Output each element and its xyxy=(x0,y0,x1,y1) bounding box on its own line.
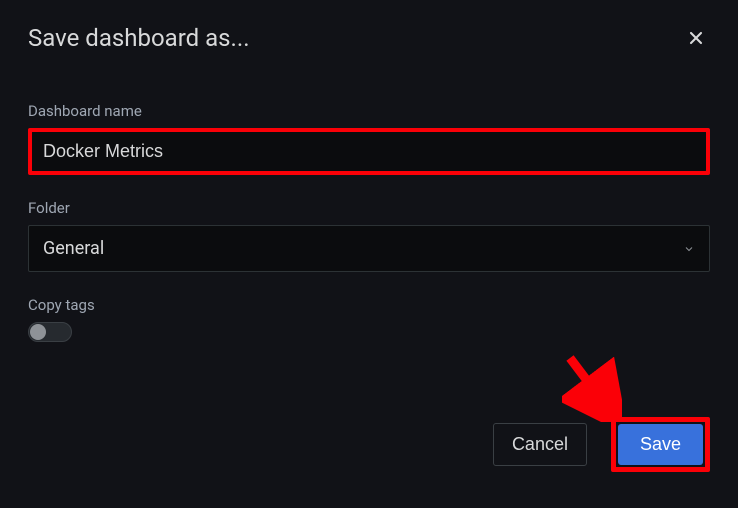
toggle-thumb xyxy=(30,324,46,340)
annotation-arrow-icon xyxy=(562,352,622,422)
save-button-highlight: Save xyxy=(611,417,710,472)
modal-title: Save dashboard as... xyxy=(28,24,250,52)
dashboard-name-input-wrap xyxy=(28,128,710,175)
modal-footer: Cancel Save xyxy=(493,417,710,472)
cancel-button[interactable]: Cancel xyxy=(493,423,587,466)
close-icon xyxy=(686,28,706,48)
dashboard-name-input[interactable] xyxy=(32,132,706,171)
save-dashboard-modal: Save dashboard as... Dashboard name Fold… xyxy=(0,0,738,508)
copy-tags-label: Copy tags xyxy=(28,296,710,314)
folder-selected-value: General xyxy=(43,238,104,259)
save-button[interactable]: Save xyxy=(618,424,703,465)
dashboard-name-group: Dashboard name xyxy=(28,102,710,175)
modal-header: Save dashboard as... xyxy=(28,24,710,52)
folder-group: Folder General xyxy=(28,199,710,272)
copy-tags-group: Copy tags xyxy=(28,296,710,342)
folder-select[interactable]: General xyxy=(28,225,710,272)
dashboard-name-label: Dashboard name xyxy=(28,102,710,120)
folder-label: Folder xyxy=(28,199,710,217)
chevron-down-icon xyxy=(683,243,695,255)
copy-tags-toggle[interactable] xyxy=(28,322,72,342)
close-button[interactable] xyxy=(682,24,710,52)
